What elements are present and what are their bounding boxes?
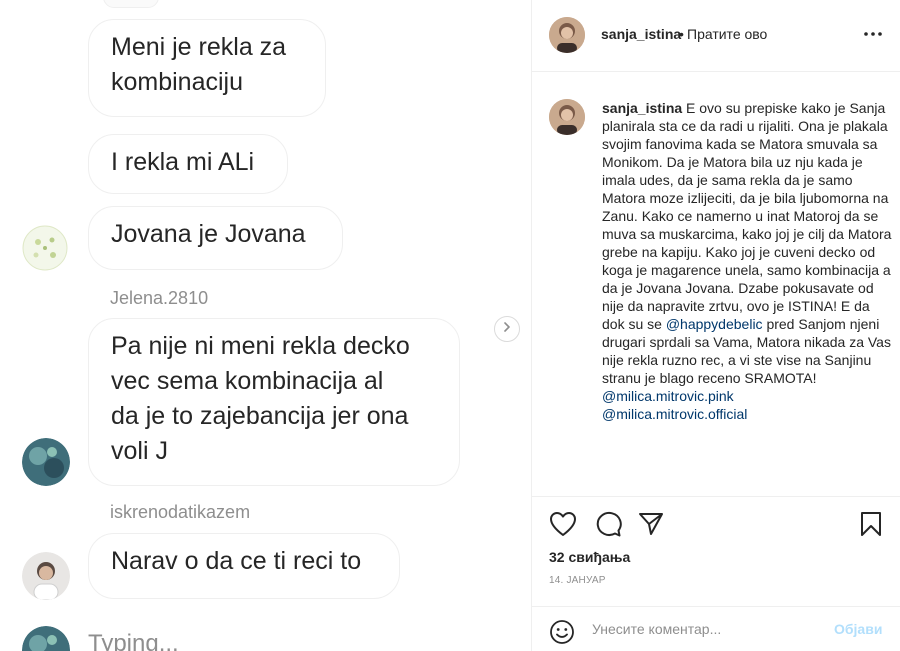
comment-input[interactable] [592, 617, 824, 641]
typing-indicator: Typing... [88, 630, 179, 651]
post-date[interactable]: 14. ЈАНУАР [549, 575, 606, 586]
separator-dot: • [679, 26, 684, 42]
follow-button[interactable]: Пратите ово [687, 26, 767, 42]
avatar [22, 626, 70, 651]
comment-icon[interactable] [594, 511, 622, 542]
chat-message: I rekla mi ALi [88, 134, 288, 194]
caption-area: sanja_istina E ovo su prepiske kako je S… [532, 73, 900, 495]
avatar [22, 225, 68, 271]
share-icon[interactable] [638, 511, 664, 542]
avatar [22, 438, 70, 486]
mention-link[interactable]: @happydebelic [666, 316, 763, 332]
chat-message: Narav o da ce ti reci to [88, 533, 400, 599]
chat-message: Meni je rekla za kombinaciju [88, 19, 326, 117]
post-comment-button[interactable]: Објави [834, 621, 882, 637]
comment-bar: Објави [532, 606, 900, 651]
post-username[interactable]: sanja_istina [601, 26, 681, 42]
post-caption: sanja_istina E ovo su prepiske kako je S… [602, 99, 894, 423]
message-sender: Jelena.2810 [110, 288, 209, 308]
carousel-next-button[interactable] [494, 316, 520, 342]
post-header: sanja_istina • Пратите ово [532, 0, 900, 72]
avatar [22, 552, 70, 600]
more-icon[interactable] [862, 26, 884, 47]
post-panel: sanja_istina • Пратите ово sanja_istina … [531, 0, 900, 651]
avatar[interactable] [549, 17, 585, 53]
heart-icon[interactable] [549, 511, 577, 542]
bookmark-icon[interactable] [859, 511, 883, 542]
caption-text: E ovo su prepiske kako je Sanja planiral… [602, 100, 892, 332]
chevron-right-icon [501, 320, 513, 338]
post-media-chat-screenshot: Meni je rekla za kombinaciju I rekla mi … [0, 0, 531, 651]
emoji-icon[interactable] [549, 619, 575, 650]
caption-username[interactable]: sanja_istina [602, 100, 682, 116]
mention-link[interactable]: @milica.mitrovic.pink [602, 388, 734, 404]
reaction-strip [103, 0, 159, 8]
post-actions: 32 свиђања 14. ЈАНУАР [532, 496, 900, 606]
message-sender: iskrenodatikazem [110, 502, 251, 522]
avatar[interactable] [549, 99, 585, 135]
mention-link[interactable]: @milica.mitrovic.official [602, 406, 747, 422]
chat-message: Jovana je Jovana [88, 206, 343, 270]
likes-count[interactable]: 32 свиђања [549, 549, 630, 565]
chat-message: Pa nije ni meni rekla decko vec sema kom… [88, 318, 460, 486]
